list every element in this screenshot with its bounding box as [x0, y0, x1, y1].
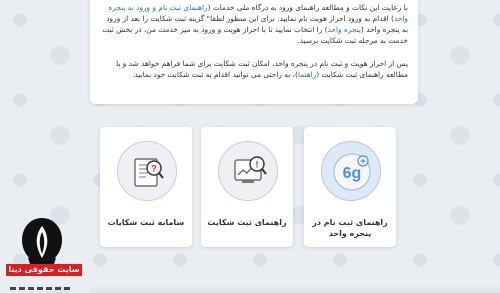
window-registration-icon: 6g [333, 153, 371, 191]
brand-name: سایت حقوقی دینا [6, 264, 82, 276]
tile-complaint-guide[interactable]: ! راهنمای ثبت شکایت [201, 127, 293, 247]
tile-title: راهنمای ثبت شکایت [207, 218, 287, 227]
svg-text:?: ? [151, 164, 157, 174]
tile-icon-circle: ! [218, 141, 278, 201]
svg-text:!: ! [256, 160, 259, 170]
tile-title: راهنمای ثبت نام در پنجره واحد [312, 218, 388, 238]
intro-text: )، به راحتی می توانید اقدام به ثبت شکایت… [132, 70, 298, 79]
footer-strip [90, 283, 500, 293]
tile-complaint-system[interactable]: ? سامانه ثبت شکایات [100, 127, 192, 247]
svg-text:6g: 6g [343, 165, 362, 182]
intro-card: با رعایت این نکات و مطالعه راهنمای ورود … [90, 0, 418, 104]
tile-registration-guide[interactable]: 6g راهنمای ثبت نام در پنجره واحد [304, 127, 396, 247]
tile-title: سامانه ثبت شکایات [107, 218, 185, 227]
tile-icon-circle: ? [117, 141, 177, 201]
tile-icon-circle: 6g [321, 141, 381, 201]
guide-link[interactable]: راهنما [298, 70, 316, 79]
brand-underline [10, 280, 70, 290]
complaint-guide-icon: ! [234, 156, 267, 183]
intro-paragraph-2: پس از احراز هویت و ثبت نام در پنجره واحد… [100, 58, 408, 80]
complaint-system-icon: ? [134, 158, 164, 187]
single-window-link[interactable]: پنجره واحد [328, 25, 361, 34]
brand-watermark: سایت حقوقی دینا [0, 214, 88, 293]
intro-paragraph-1: با رعایت این نکات و مطالعه راهنمای ورود … [100, 2, 408, 46]
intro-text: با رعایت این نکات و مطالعه راهنمای ورود … [207, 3, 408, 12]
